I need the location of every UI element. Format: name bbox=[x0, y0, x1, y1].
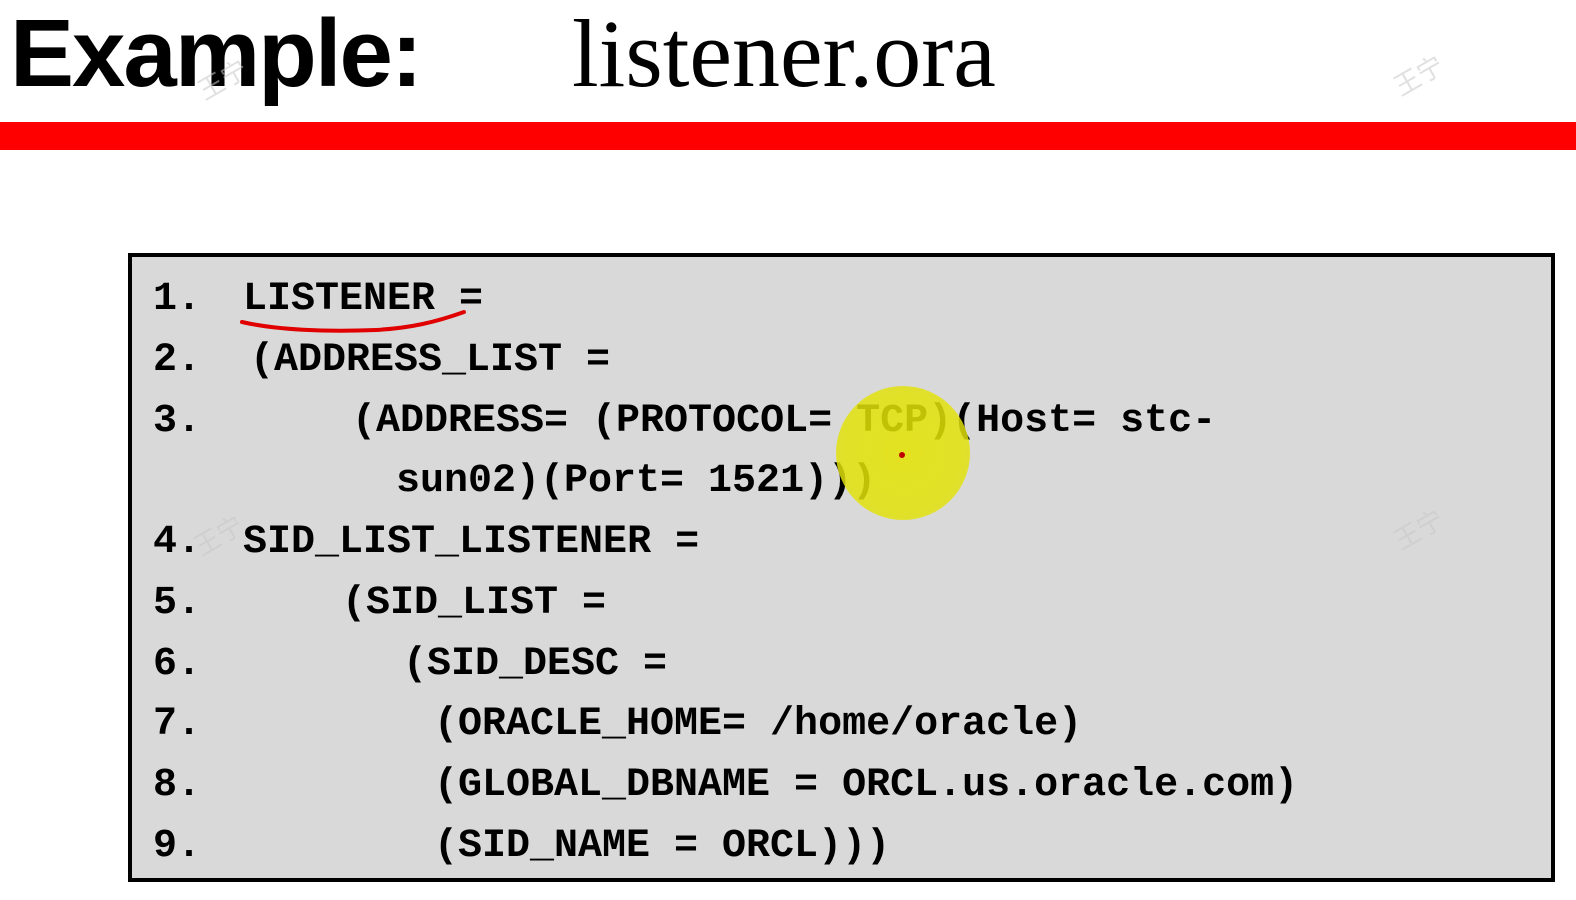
line-number-7: 7. bbox=[153, 702, 202, 747]
line-number-6: 6. bbox=[153, 642, 202, 687]
code-line-4: SID_LIST_LISTENER = bbox=[243, 520, 700, 565]
code-line-9: (SID_NAME = ORCL))) bbox=[434, 824, 891, 869]
code-line-3: (ADDRESS= (PROTOCOL= TCP)(Host= stc- bbox=[352, 399, 1217, 444]
code-line-3-continuation: sun02)(Port= 1521))) bbox=[396, 459, 877, 504]
line-number-8: 8. bbox=[153, 763, 202, 808]
watermark: 王宁 bbox=[1389, 50, 1450, 103]
line-number-2: 2. bbox=[153, 338, 202, 383]
title-underline-bar bbox=[0, 122, 1576, 150]
code-line-8: (GLOBAL_DBNAME = ORCL.us.oracle.com) bbox=[434, 763, 1299, 808]
title-filename: listener.ora bbox=[572, 0, 996, 107]
underline-annotation bbox=[240, 310, 466, 333]
line-number-5: 5. bbox=[153, 581, 202, 626]
line-number-3: 3. bbox=[153, 399, 202, 444]
line-number-9: 9. bbox=[153, 824, 202, 869]
code-line-7: (ORACLE_HOME= /home/oracle) bbox=[434, 702, 1083, 747]
pointer-dot bbox=[899, 452, 905, 458]
code-line-6: (SID_DESC = bbox=[403, 642, 668, 687]
code-line-2: (ADDRESS_LIST = bbox=[250, 338, 611, 383]
code-line-5: (SID_LIST = bbox=[342, 581, 607, 626]
line-number-1: 1. bbox=[153, 277, 202, 322]
